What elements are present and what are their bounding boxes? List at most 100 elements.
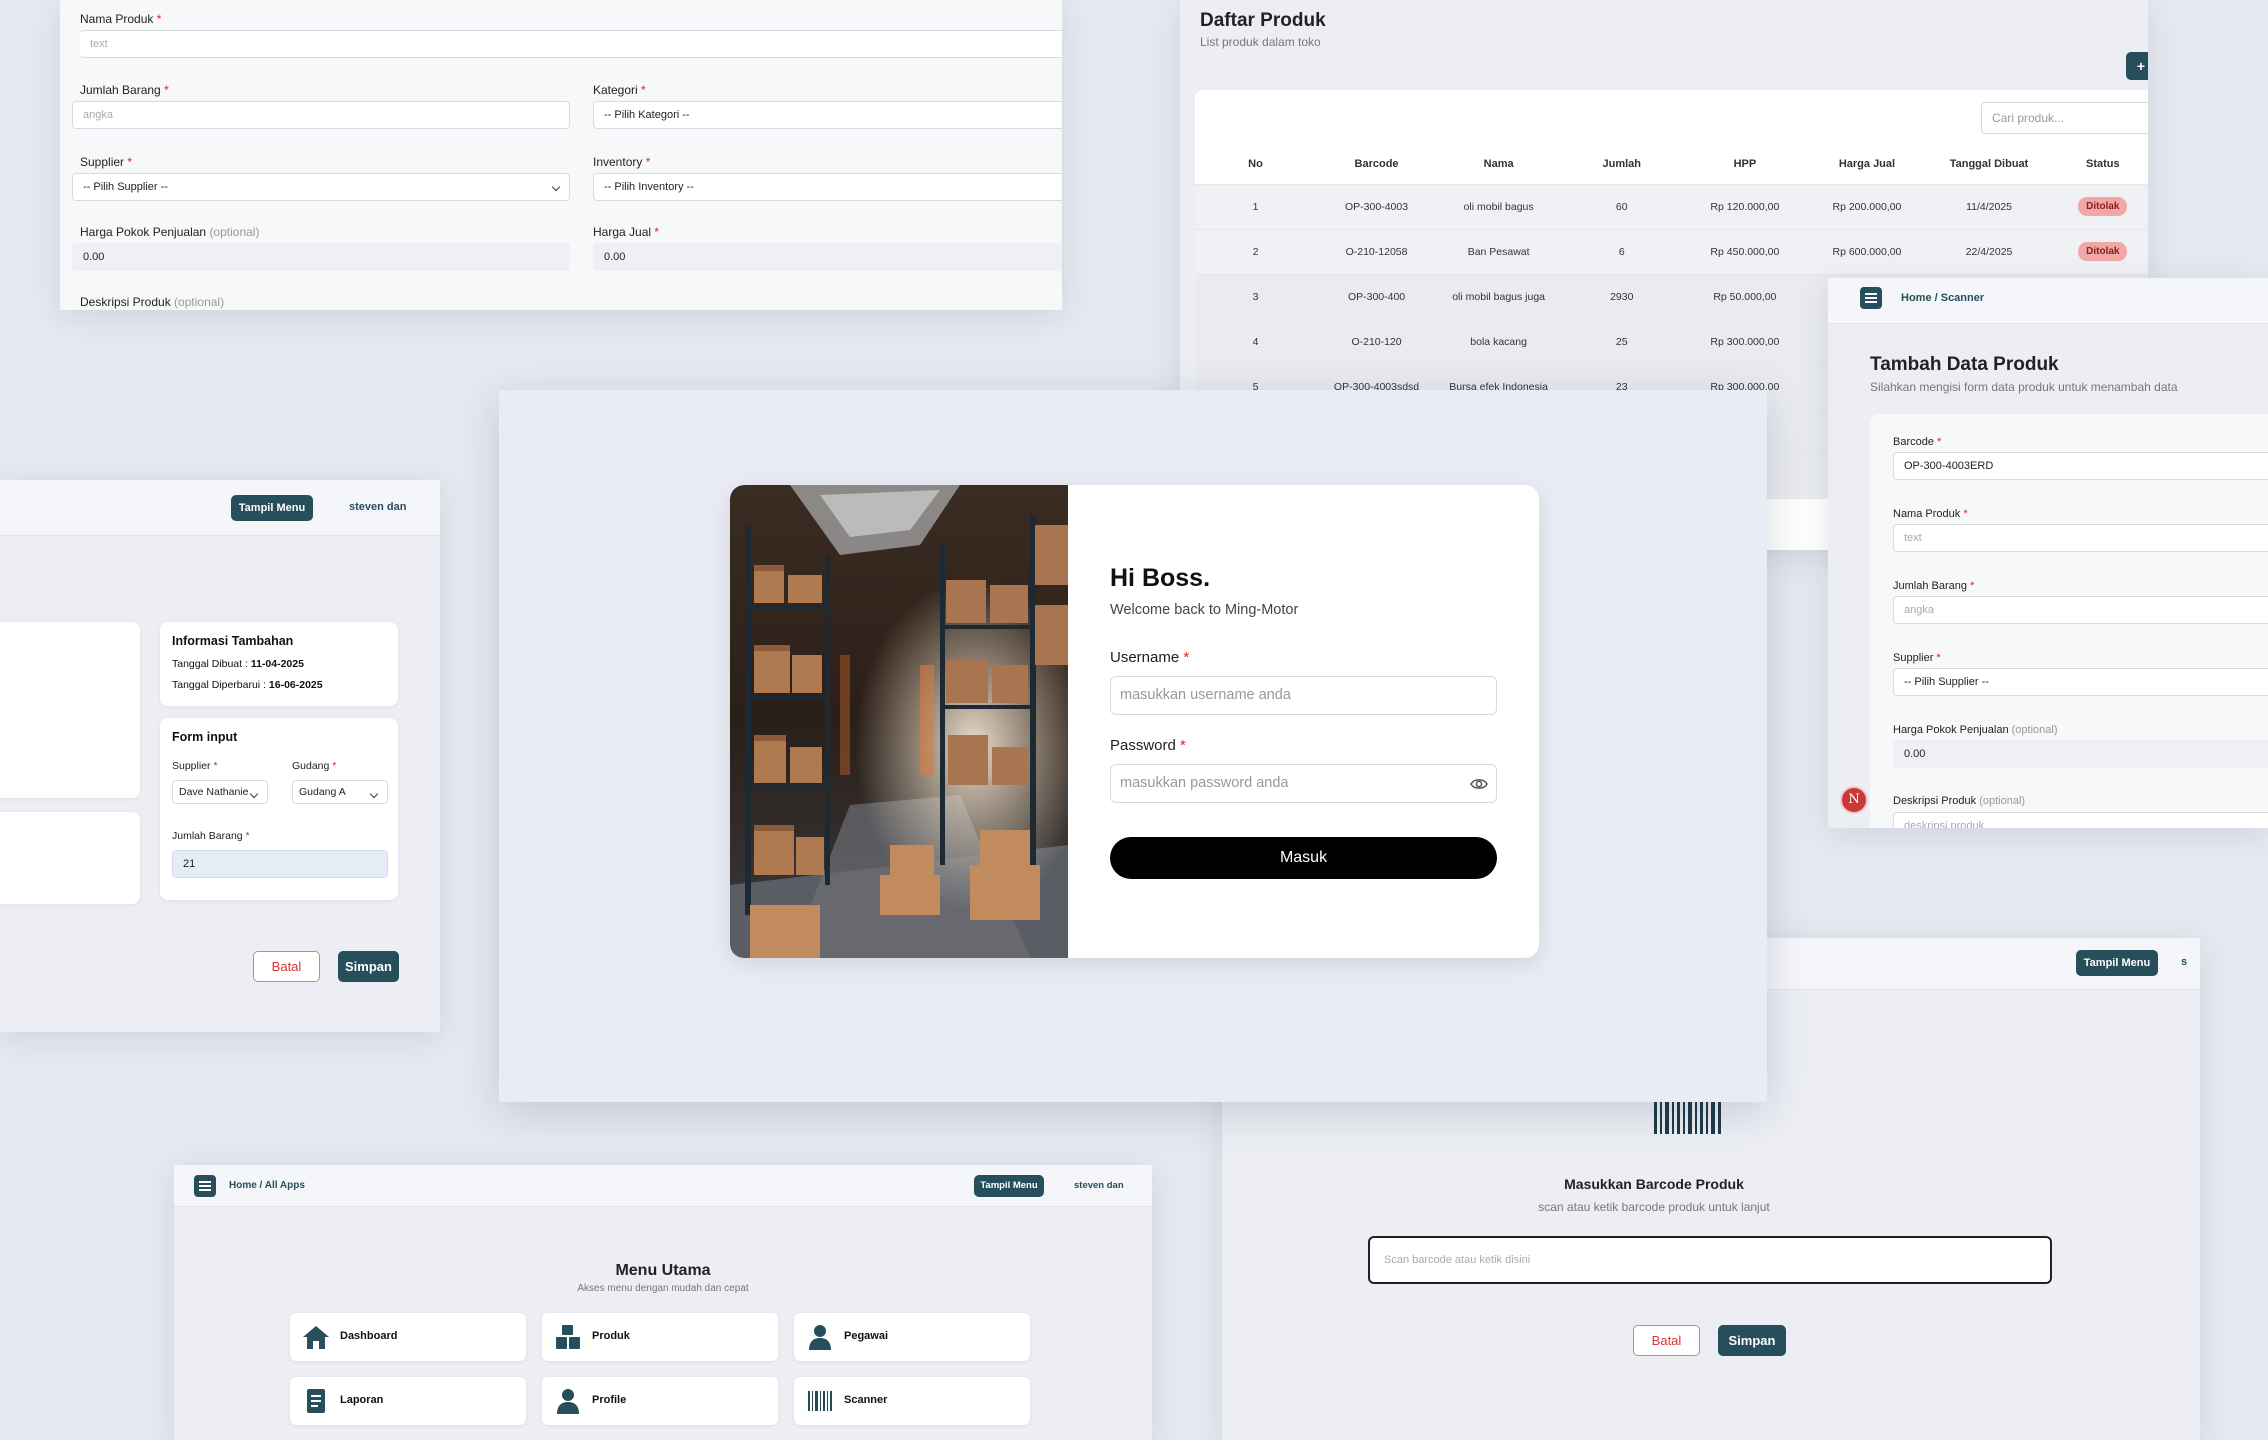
warehouse-image bbox=[730, 485, 1068, 958]
jumlah-barang-input[interactable]: angka bbox=[72, 101, 570, 129]
cell-hpp: Rp 50.000,00 bbox=[1683, 273, 1807, 319]
status-badge: Ditolak bbox=[2078, 242, 2128, 261]
main-menu-panel: Home / All Apps Tampil Menu steven dan M… bbox=[174, 1165, 1152, 1440]
search-input[interactable]: Cari produk... bbox=[1981, 102, 2148, 134]
user-name[interactable]: s bbox=[2181, 956, 2187, 968]
cell-harga: Rp 200.000,00 bbox=[1806, 183, 1928, 229]
cell-no: 4 bbox=[1195, 318, 1317, 364]
eye-icon[interactable] bbox=[1470, 777, 1488, 791]
add-product-button[interactable]: + bbox=[2126, 52, 2148, 80]
table-row[interactable]: 1 OP-300-4003 oli mobil bagus 60 Rp 120.… bbox=[1195, 183, 2148, 229]
cell-nama: bola kacang bbox=[1437, 318, 1561, 364]
cancel-button[interactable]: Batal bbox=[253, 951, 320, 982]
menu-item-laporan[interactable]: Laporan bbox=[290, 1377, 526, 1425]
supplier-select[interactable]: -- Pilih Supplier -- bbox=[72, 173, 570, 201]
nama-produk-input[interactable]: text bbox=[80, 30, 1062, 58]
jumlah-label: Jumlah Barang * bbox=[172, 830, 250, 842]
nama-produk-input[interactable]: text bbox=[1893, 524, 2268, 552]
avatar[interactable]: N bbox=[1840, 786, 1868, 814]
status-badge: Ditolak bbox=[2078, 197, 2128, 216]
cell-hpp: Rp 120.000,00 bbox=[1683, 183, 1807, 229]
password-label: Password * bbox=[1110, 737, 1186, 754]
username-label: Username * bbox=[1110, 649, 1190, 666]
cell-barcode: O-210-12058 bbox=[1316, 228, 1438, 274]
user-name[interactable]: steven dan bbox=[1074, 1180, 1124, 1191]
menu-item-dashboard[interactable]: Dashboard bbox=[290, 1313, 526, 1361]
login-panel: Hi Boss. Welcome back to Ming-Motor User… bbox=[499, 390, 1767, 1102]
cell-status: Ditolak bbox=[2050, 183, 2148, 229]
deskripsi-label: Deskripsi Produk (optional) bbox=[80, 295, 225, 309]
gudang-label: Gudang * bbox=[292, 760, 337, 772]
tampil-menu-button[interactable]: Tampil Menu bbox=[231, 495, 313, 521]
page-title: Tambah Data Produk bbox=[1870, 354, 2059, 375]
inventory-label: Inventory * bbox=[593, 155, 651, 169]
breadcrumb: Home / All Apps bbox=[229, 1180, 305, 1191]
col-hpp: HPP bbox=[1733, 157, 1757, 170]
form-input-card: Form input Supplier * Dave Nathanie Guda… bbox=[160, 718, 398, 900]
tampil-menu-button[interactable]: Tampil Menu bbox=[974, 1175, 1044, 1197]
col-nama: Nama bbox=[1483, 157, 1514, 170]
jumlah-input[interactable]: 21 bbox=[172, 850, 388, 878]
nama-produk-label: Nama Produk * bbox=[80, 12, 162, 26]
scanner-title: Masukkan Barcode Produk bbox=[1564, 1176, 1744, 1192]
jumlah-barang-input[interactable]: angka bbox=[1893, 596, 2268, 624]
scanner-subtitle: scan atau ketik barcode produk untuk lan… bbox=[1538, 1200, 1770, 1214]
harga-pokok-label: Harga Pokok Penjualan (optional) bbox=[80, 225, 260, 239]
hpp-label: Harga Pokok Penjualan (optional) bbox=[1893, 724, 2058, 736]
kategori-select[interactable]: -- Pilih Kategori -- bbox=[593, 101, 1062, 129]
barcode-input[interactable]: OP-300-4003ERD bbox=[1893, 452, 2268, 480]
report-icon bbox=[307, 1389, 325, 1413]
tampil-menu-button[interactable]: Tampil Menu bbox=[2076, 950, 2158, 976]
menu-item-label: Dashboard bbox=[340, 1330, 398, 1342]
left-card-2 bbox=[0, 812, 140, 904]
product-form-panel: Nama Produk * text Jumlah Barang * angka… bbox=[60, 0, 1062, 310]
barcode-input[interactable]: Scan barcode atau ketik disini bbox=[1368, 1236, 2052, 1284]
info-card: Informasi Tambahan Tanggal Dibuat : 11-0… bbox=[160, 622, 398, 706]
gudang-select[interactable]: Gudang A bbox=[292, 780, 388, 804]
menu-icon[interactable] bbox=[194, 1175, 216, 1197]
password-input[interactable]: masukkan password anda bbox=[1110, 764, 1497, 803]
username-input[interactable]: masukkan username anda bbox=[1110, 676, 1497, 715]
save-button[interactable]: Simpan bbox=[338, 951, 399, 982]
menu-item-pegawai[interactable]: Pegawai bbox=[794, 1313, 1030, 1361]
deskripsi-input[interactable]: deskripsi produk bbox=[1893, 812, 2268, 828]
jumlah-barang-label: Jumlah Barang * bbox=[80, 83, 169, 97]
cell-tanggal: 11/4/2025 bbox=[1927, 183, 2051, 229]
supplier-label: Supplier * bbox=[1893, 652, 1941, 664]
barcode-label: Barcode * bbox=[1893, 436, 1942, 448]
boxes-icon bbox=[556, 1325, 580, 1349]
inventory-select[interactable]: -- Pilih Inventory -- bbox=[593, 173, 1062, 201]
page-subtitle: List produk dalam toko bbox=[1200, 35, 1321, 49]
cell-nama: oli mobil bagus juga bbox=[1437, 273, 1561, 319]
menu-icon[interactable] bbox=[1860, 287, 1882, 309]
cancel-button[interactable]: Batal bbox=[1633, 1325, 1700, 1356]
menu-item-label: Laporan bbox=[340, 1394, 384, 1406]
cell-barcode: OP-300-4003 bbox=[1316, 183, 1438, 229]
menu-item-profile[interactable]: Profile bbox=[542, 1377, 778, 1425]
user-name[interactable]: steven dan bbox=[349, 501, 406, 513]
login-button[interactable]: Masuk bbox=[1110, 837, 1497, 879]
cell-hpp: Rp 450.000,00 bbox=[1683, 228, 1807, 274]
menu-item-label: Pegawai bbox=[844, 1330, 889, 1342]
menu-item-label: Scanner bbox=[844, 1394, 888, 1406]
table-row[interactable]: 2 O-210-12058 Ban Pesawat 6 Rp 450.000,0… bbox=[1195, 228, 2148, 274]
hpp-input[interactable]: 0.00 bbox=[1893, 740, 2268, 768]
harga-pokok-input[interactable]: 0.00 bbox=[72, 243, 570, 271]
login-card: Hi Boss. Welcome back to Ming-Motor User… bbox=[730, 485, 1539, 958]
table-header-row: No Barcode Nama Jumlah HPP Harga Jual Ta… bbox=[1195, 144, 2148, 184]
cell-no: 2 bbox=[1195, 228, 1317, 274]
supplier-label: Supplier * bbox=[172, 760, 218, 772]
menu-title: Menu Utama bbox=[615, 1262, 711, 1279]
menu-item-produk[interactable]: Produk bbox=[542, 1313, 778, 1361]
form-card: Barcode * OP-300-4003ERD Nama Produk * t… bbox=[1870, 414, 2268, 828]
col-barcode: Barcode bbox=[1354, 157, 1399, 170]
top-bar bbox=[1828, 278, 2268, 324]
menu-item-scanner[interactable]: Scanner bbox=[794, 1377, 1030, 1425]
menu-item-label: Produk bbox=[592, 1330, 630, 1342]
save-button[interactable]: Simpan bbox=[1718, 1325, 1786, 1356]
login-welcome: Welcome back to Ming-Motor bbox=[1110, 602, 1299, 618]
supplier-select[interactable]: Dave Nathanie bbox=[172, 780, 268, 804]
harga-jual-input[interactable]: 0.00 bbox=[593, 243, 1062, 271]
employee-icon bbox=[809, 1325, 831, 1350]
supplier-select[interactable]: -- Pilih Supplier -- bbox=[1893, 668, 2268, 696]
